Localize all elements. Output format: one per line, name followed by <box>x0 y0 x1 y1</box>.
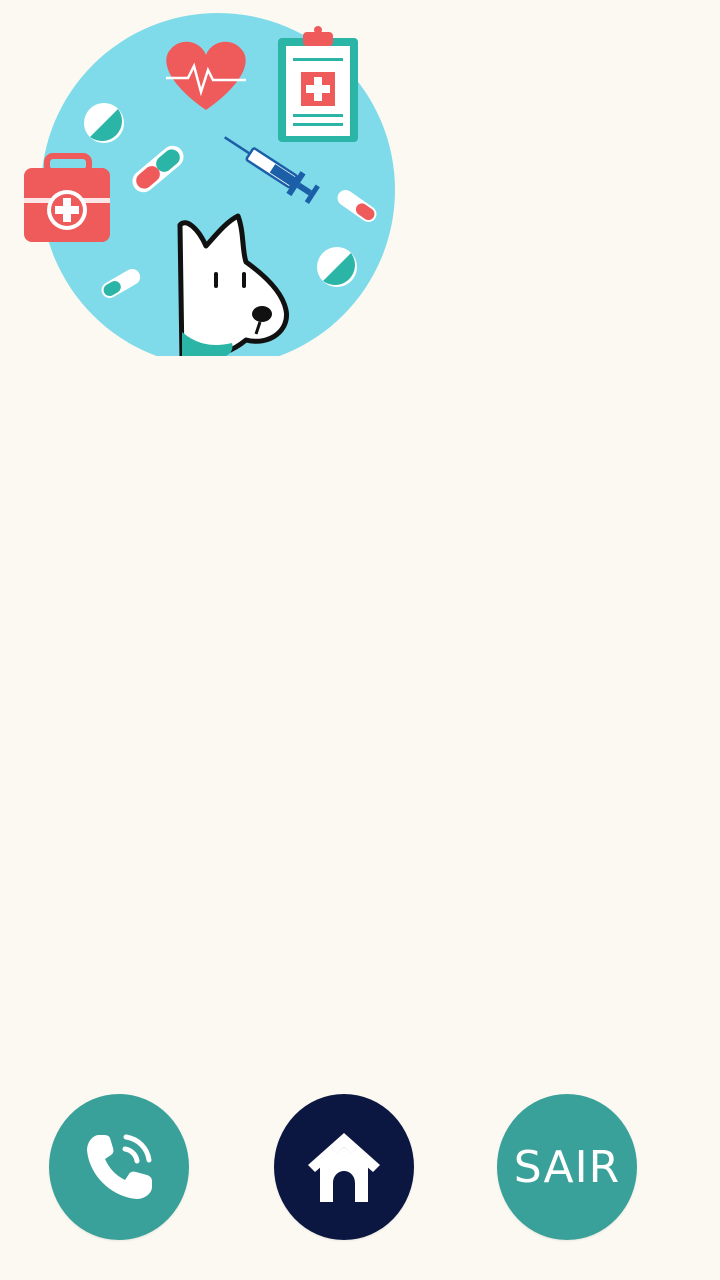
pill-icon <box>317 247 357 287</box>
first-aid-kit-icon <box>24 153 110 242</box>
exit-button-label: SAIR <box>513 1141 621 1193</box>
bottom-navigation: SAIR <box>0 1094 720 1244</box>
pill-icon <box>84 103 124 143</box>
dog-house-icon <box>308 1133 380 1202</box>
exit-button[interactable]: SAIR <box>497 1094 637 1240</box>
phone-icon <box>87 1134 152 1199</box>
vet-medical-illustration-icon <box>24 13 395 356</box>
app-screen: SAIR <box>0 0 720 1280</box>
hero-illustration <box>20 10 420 360</box>
call-button[interactable] <box>49 1094 189 1240</box>
clipboard-icon <box>278 26 358 142</box>
home-button[interactable] <box>274 1094 414 1240</box>
